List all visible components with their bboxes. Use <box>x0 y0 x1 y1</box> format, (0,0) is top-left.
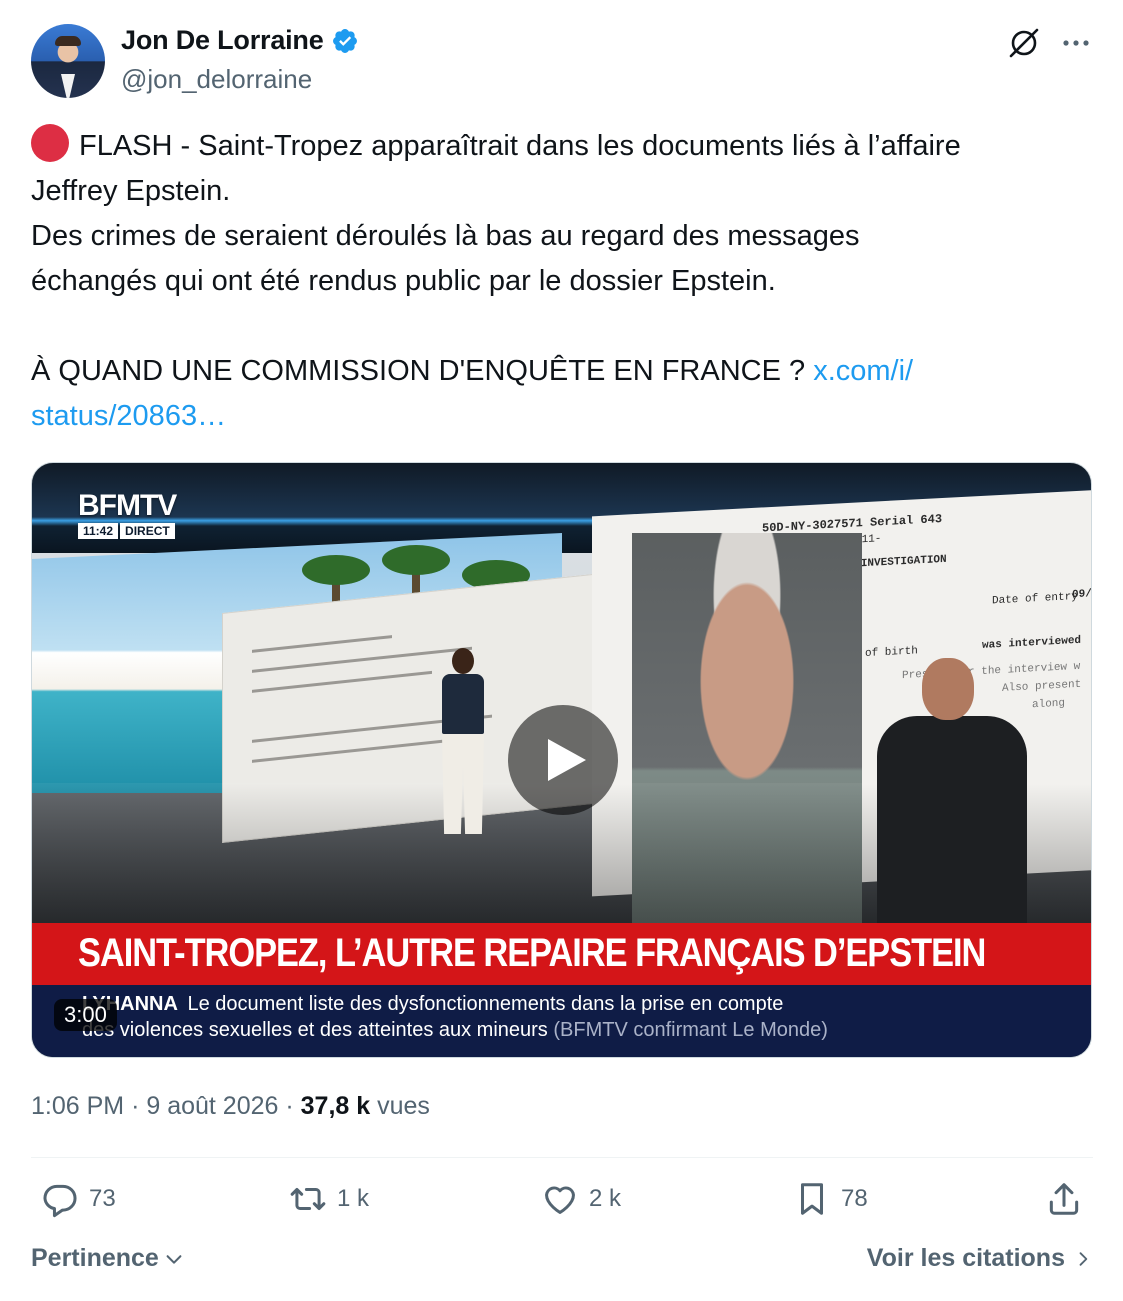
like-button[interactable]: 2 k <box>541 1180 621 1218</box>
tweet-line-text: À QUAND UNE COMMISSION D'ENQUÊTE EN FRAN… <box>31 355 806 387</box>
replies-footer: Pertinence Voir les citations <box>31 1244 1093 1284</box>
repost-button[interactable]: 1 k <box>289 1180 369 1218</box>
ticker-text: des violences sexuelles et des atteintes… <box>82 1019 548 1041</box>
tweet-line: FLASH - Saint-Tropez apparaîtrait dans l… <box>31 124 1093 169</box>
tweet-line-text: FLASH - Saint-Tropez apparaîtrait dans l… <box>79 130 961 162</box>
ticker-text: Le document liste des dysfonctionnements… <box>187 993 784 1015</box>
like-count: 2 k <box>589 1185 622 1212</box>
live-time: 11:42 <box>78 523 119 539</box>
chevron-right-icon <box>1079 1251 1088 1266</box>
bookmark-button[interactable]: 78 <box>793 1180 868 1218</box>
ticker-source: (BFMTV confirmant Le Monde) <box>553 1019 828 1041</box>
sort-dropdown[interactable]: Pertinence <box>31 1244 185 1273</box>
tweet-meta: 1:06 PM · 9 août 2026 · 37,8 k vues <box>31 1092 430 1120</box>
author-handle[interactable]: @jon_delorraine <box>121 64 312 95</box>
sign-language-interpreter <box>867 658 1037 926</box>
share-icon <box>1049 1183 1079 1215</box>
bookmark-icon <box>800 1183 824 1215</box>
sort-label: Pertinence <box>31 1244 159 1272</box>
fbi-date-label: Date of entry <box>992 590 1078 608</box>
red-circle-icon <box>31 124 69 162</box>
tweet-link[interactable]: x.com/i/ <box>813 355 913 387</box>
chevron-down-icon <box>166 1254 182 1264</box>
action-bar: 73 1 k 2 k 78 <box>31 1180 1093 1226</box>
repost-icon <box>290 1187 326 1211</box>
news-ticker: LYHANNA Le document liste des dysfonctio… <box>32 985 1091 1057</box>
quotes-label: Voir les citations <box>866 1244 1065 1272</box>
tweet-line: échangés qui ont été rendus public par l… <box>31 265 776 297</box>
author-name[interactable]: Jon De Lorraine <box>121 25 324 56</box>
play-button[interactable] <box>508 705 618 815</box>
headline-text: SAINT-TROPEZ, L’AUTRE REPAIRE FRANÇAIS D… <box>78 931 986 975</box>
divider <box>31 1157 1093 1158</box>
tweet-line: Jeffrey Epstein. <box>31 175 231 207</box>
avatar[interactable] <box>31 24 105 98</box>
fbi-date-value: 09/17/ <box>1072 587 1092 602</box>
tweet-line: À QUAND UNE COMMISSION D'ENQUÊTE EN FRAN… <box>31 349 1093 394</box>
channel-logo: BFMTV 11:42 DIRECT <box>78 489 177 539</box>
tweet-link[interactable]: status/20863… <box>31 400 226 432</box>
live-label: DIRECT <box>120 523 175 539</box>
grok-icon[interactable] <box>1007 26 1041 60</box>
headline-banner: SAINT-TROPEZ, L’AUTRE REPAIRE FRANÇAIS D… <box>32 923 1091 985</box>
video-player[interactable]: 50D-NY-3027571 Serial 643 -1 of 11- FEDE… <box>31 462 1092 1058</box>
play-icon <box>548 739 586 781</box>
reply-count: 73 <box>89 1185 116 1212</box>
reply-button[interactable]: 73 <box>41 1180 116 1218</box>
fbi-serial: 50D-NY-3027571 Serial 643 <box>762 512 943 536</box>
views-label: vues <box>377 1092 430 1120</box>
repost-count: 1 k <box>337 1185 370 1212</box>
video-duration: 3:00 <box>54 999 117 1031</box>
fbi-interviewed: was interviewed <box>982 634 1082 652</box>
reply-icon <box>43 1184 77 1218</box>
verified-badge-icon <box>332 28 357 53</box>
channel-logo-text: BFMTV <box>78 489 177 522</box>
tweet-date[interactable]: 9 août 2026 <box>146 1092 278 1120</box>
views-count: 37,8 k <box>300 1092 371 1120</box>
tweet-header: Jon De Lorraine @jon_delorraine <box>31 20 1093 100</box>
author-name-row[interactable]: Jon De Lorraine <box>121 25 359 56</box>
presenter-figure <box>432 648 492 848</box>
tweet-line: Des crimes de seraient déroulés là bas a… <box>31 220 860 252</box>
tweet-text: FLASH - Saint-Tropez apparaîtrait dans l… <box>31 124 1093 439</box>
heart-icon <box>545 1186 575 1214</box>
video-frame: 50D-NY-3027571 Serial 643 -1 of 11- FEDE… <box>32 463 1092 926</box>
bookmark-count: 78 <box>841 1185 868 1212</box>
view-quotes-link[interactable]: Voir les citations <box>867 1244 1093 1273</box>
share-button[interactable] <box>1045 1180 1083 1218</box>
more-options-icon[interactable] <box>1059 28 1093 58</box>
tweet-time[interactable]: 1:06 PM <box>31 1092 124 1120</box>
tweet-line: status/20863… <box>31 394 1093 439</box>
